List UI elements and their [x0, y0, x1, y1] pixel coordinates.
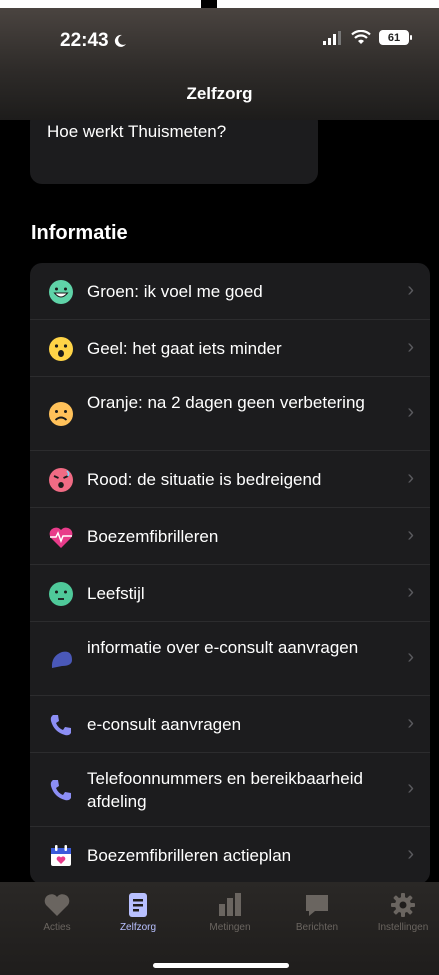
list-icon [129, 893, 147, 917]
green-face-icon [49, 582, 73, 606]
tab-label: Instellingen [377, 922, 429, 933]
message-icon [306, 895, 328, 916]
heart-pulse-icon [49, 527, 73, 548]
list-item-lifestyle[interactable]: Leefstijl › [30, 565, 430, 622]
tab-acties[interactable]: Acties [17, 892, 97, 933]
tab-label: Acties [43, 922, 71, 933]
battery-icon: 61 [379, 30, 412, 45]
page-title: Zelfzorg [186, 84, 253, 103]
list-item-action-plan[interactable]: Boezemfibrilleren actieplan › [30, 827, 430, 882]
list-item-label: Telefoonnummers en bereikbaarheid afdeli… [87, 769, 363, 811]
list-item-label: Leefstijl [87, 584, 145, 603]
nav-bar: Zelfzorg [0, 70, 439, 120]
phone-icon [50, 780, 71, 801]
chevron-right-icon: › [407, 712, 414, 734]
how-it-works-card[interactable]: Hoe werkt Thuismeten? [30, 120, 318, 184]
calendar-heart-icon [51, 845, 71, 866]
list-item-label: Geel: het gaat iets minder [87, 339, 282, 358]
tab-metingen[interactable]: Metingen [190, 892, 270, 933]
tab-label: Zelfzorg [119, 922, 157, 933]
gear-icon [391, 893, 415, 917]
list-item-afib[interactable]: Boezemfibrilleren › [30, 508, 430, 565]
tab-label: Metingen [209, 922, 251, 933]
tab-label: Berichten [295, 922, 339, 933]
red-face-icon [49, 468, 73, 492]
chat-bubble-icon [51, 651, 72, 668]
chevron-right-icon: › [407, 336, 414, 358]
moon-icon [114, 34, 126, 47]
list-item-orange[interactable]: Oranje: na 2 dagen geen verbetering › [30, 377, 430, 451]
orange-sad-icon [49, 402, 73, 426]
chevron-right-icon: › [407, 646, 414, 668]
list-item-label: Oranje: na 2 dagen geen verbetering [87, 393, 365, 412]
info-list: Groen: ik voel me goed › Geel: het gaat … [30, 263, 430, 882]
chevron-right-icon: › [407, 581, 414, 603]
time-text: 22:43 [60, 30, 109, 51]
how-it-works-label: Hoe werkt Thuismeten? [47, 122, 227, 141]
signal-icon [323, 30, 341, 45]
yellow-surprised-icon [49, 337, 73, 361]
phone-icon [50, 715, 71, 736]
tab-berichten[interactable]: Berichten [277, 892, 357, 933]
status-icons: 61 [323, 30, 412, 45]
battery-cap [410, 35, 412, 40]
notch [201, 0, 217, 8]
list-item-red[interactable]: Rood: de situatie is bedreigend › [30, 451, 430, 508]
tab-zelfzorg[interactable]: Zelfzorg [98, 892, 178, 933]
heart-icon [44, 894, 70, 916]
section-title: Informatie [31, 222, 128, 244]
list-item-label: Boezemfibrilleren actieplan [87, 846, 292, 865]
chevron-right-icon: › [407, 279, 414, 301]
chevron-right-icon: › [407, 401, 414, 423]
status-bar: 22:43 61 [0, 8, 439, 70]
list-item-yellow[interactable]: Geel: het gaat iets minder › [30, 320, 430, 377]
content-area: Hoe werkt Thuismeten? Informatie Groen: … [0, 120, 439, 882]
list-item-econsult-info[interactable]: informatie over e-consult aanvragen › [30, 622, 430, 696]
list-item-label: Boezemfibrilleren [87, 527, 219, 546]
tab-instellingen[interactable]: Instellingen [363, 892, 439, 933]
list-item-label: informatie over e-consult aanvragen [87, 638, 359, 657]
green-smile-icon [49, 280, 73, 304]
top-border [0, 0, 439, 8]
tab-bar: Acties Zelfzorg Metingen Berichten Inste… [0, 882, 439, 975]
chevron-right-icon: › [407, 777, 414, 799]
chevron-right-icon: › [407, 467, 414, 489]
list-item-phone-numbers[interactable]: Telefoonnummers en bereikbaarheid afdeli… [30, 753, 430, 827]
chevron-right-icon: › [407, 843, 414, 865]
status-time: 22:43 [60, 30, 127, 52]
list-item-label: Rood: de situatie is bedreigend [87, 470, 322, 489]
list-item-green[interactable]: Groen: ik voel me goed › [30, 263, 430, 320]
bar-chart-icon [219, 893, 241, 916]
list-item-label: Groen: ik voel me goed [87, 282, 263, 301]
wifi-icon [351, 30, 371, 44]
battery-level: 61 [387, 31, 401, 44]
home-indicator [153, 963, 289, 968]
list-item-econsult[interactable]: e-consult aanvragen › [30, 696, 430, 753]
list-item-label: e-consult aanvragen [87, 715, 242, 734]
chevron-right-icon: › [407, 524, 414, 546]
